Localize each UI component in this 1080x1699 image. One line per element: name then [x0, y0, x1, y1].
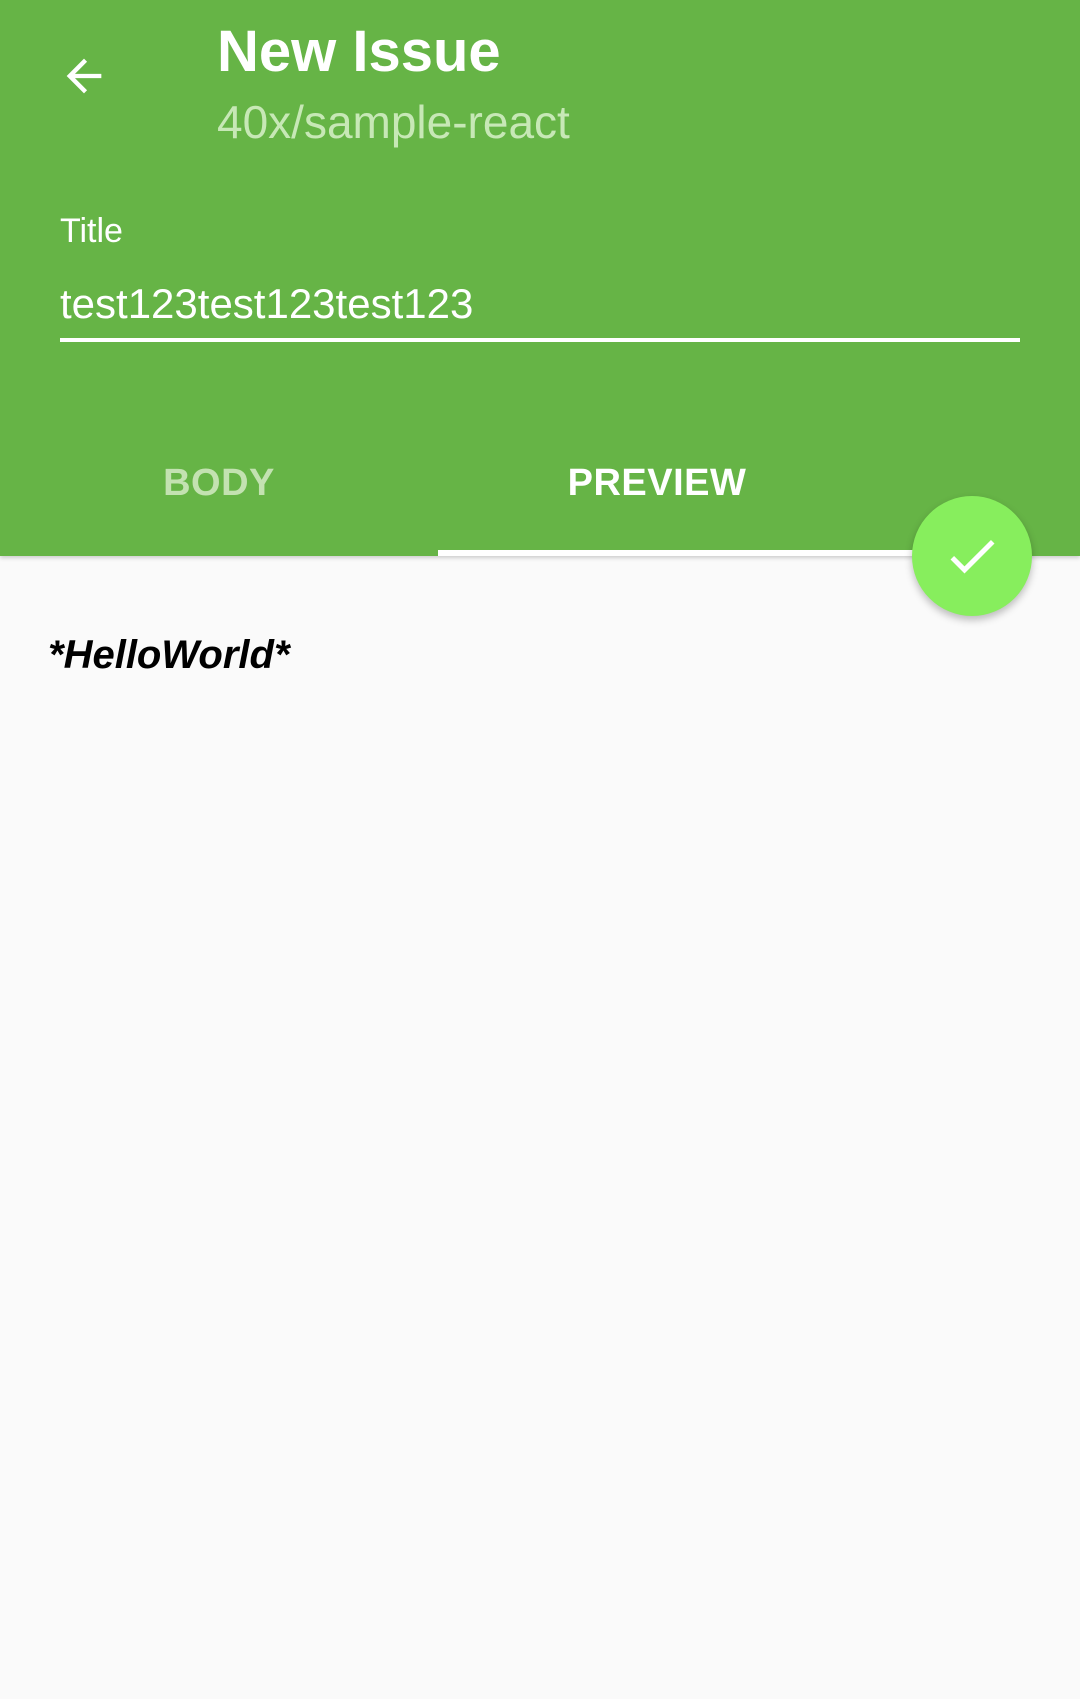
title-input-underline [60, 338, 1020, 342]
submit-button[interactable] [912, 496, 1032, 616]
check-icon [950, 539, 995, 574]
tab-body[interactable]: BODY [0, 440, 438, 556]
title-field-label: Title [60, 212, 123, 250]
tab-preview[interactable]: PREVIEW [438, 440, 876, 556]
back-button[interactable] [48, 40, 120, 112]
page-title: New Issue [217, 19, 501, 84]
preview-content: *HelloWorld* [48, 633, 290, 677]
tab-indicator [438, 550, 918, 556]
title-input[interactable] [60, 276, 1020, 332]
arrow-back-icon [66, 58, 102, 94]
repo-subtitle: 40x/sample-react [217, 96, 570, 148]
app-bar: New Issue 40x/sample-react Title BODY PR… [0, 0, 1080, 556]
